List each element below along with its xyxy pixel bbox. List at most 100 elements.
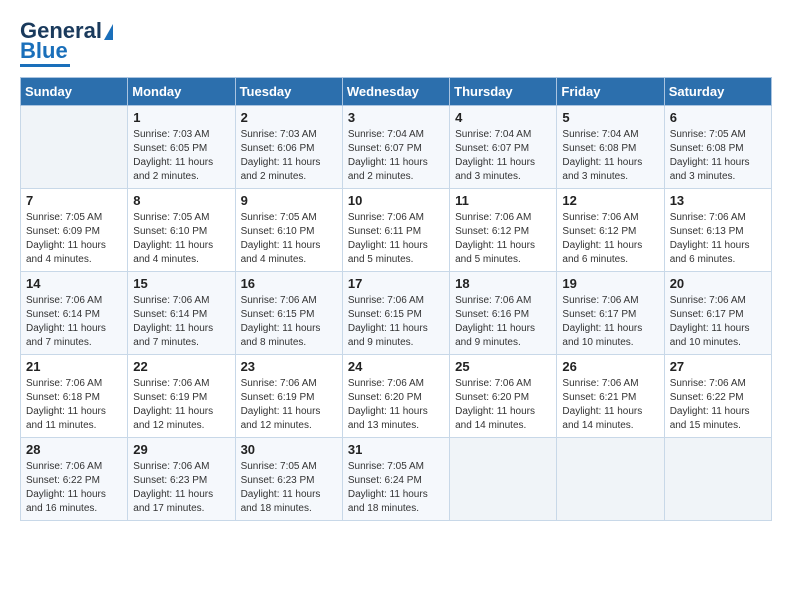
- logo-underline: [20, 64, 70, 67]
- logo-blue-text: Blue: [20, 40, 68, 62]
- logo: General Blue: [20, 20, 113, 67]
- calendar-cell: 16 Sunrise: 7:06 AM Sunset: 6:15 PM Dayli…: [235, 272, 342, 355]
- day-info: Sunrise: 7:06 AM Sunset: 6:16 PM Dayligh…: [455, 294, 551, 350]
- day-info: Sunrise: 7:06 AM Sunset: 6:17 PM Dayligh…: [670, 294, 766, 350]
- calendar-cell: 26 Sunrise: 7:06 AM Sunset: 6:21 PM Dayli…: [557, 355, 664, 438]
- calendar-cell: 4 Sunrise: 7:04 AM Sunset: 6:07 PM Daylig…: [450, 106, 557, 189]
- day-info: Sunrise: 7:06 AM Sunset: 6:12 PM Dayligh…: [562, 211, 658, 267]
- calendar-header-wednesday: Wednesday: [342, 78, 449, 106]
- calendar-cell: 8 Sunrise: 7:05 AM Sunset: 6:10 PM Daylig…: [128, 189, 235, 272]
- day-number: 19: [562, 276, 658, 291]
- day-number: 29: [133, 442, 229, 457]
- page-header: General Blue: [20, 20, 772, 67]
- calendar-cell: 9Sunrise: 7:05 AM Sunset: 6:10 PM Daylig…: [235, 189, 342, 272]
- day-number: 5: [562, 110, 658, 125]
- calendar-cell: 17 Sunrise: 7:06 AM Sunset: 6:15 PM Dayli…: [342, 272, 449, 355]
- day-info: Sunrise: 7:05 AM Sunset: 6:09 PM Dayligh…: [26, 211, 122, 267]
- day-number: 18: [455, 276, 551, 291]
- calendar-header-friday: Friday: [557, 78, 664, 106]
- day-info: Sunrise: 7:05 AM Sunset: 6:23 PM Dayligh…: [241, 460, 337, 516]
- calendar-cell: 18 Sunrise: 7:06 AM Sunset: 6:16 PM Dayli…: [450, 272, 557, 355]
- day-number: 2: [241, 110, 337, 125]
- day-number: 12: [562, 193, 658, 208]
- calendar-header-thursday: Thursday: [450, 78, 557, 106]
- calendar-cell: 27Sunrise: 7:06 AM Sunset: 6:22 PM Dayli…: [664, 355, 771, 438]
- day-info: Sunrise: 7:04 AM Sunset: 6:08 PM Dayligh…: [562, 128, 658, 184]
- day-number: 11: [455, 193, 551, 208]
- day-number: 23: [241, 359, 337, 374]
- day-number: 1: [133, 110, 229, 125]
- calendar-cell: 3 Sunrise: 7:04 AM Sunset: 6:07 PM Daylig…: [342, 106, 449, 189]
- calendar-header-saturday: Saturday: [664, 78, 771, 106]
- day-info: Sunrise: 7:06 AM Sunset: 6:21 PM Dayligh…: [562, 377, 658, 433]
- day-info: Sunrise: 7:05 AM Sunset: 6:08 PM Dayligh…: [670, 128, 766, 184]
- calendar-week-row: 1 Sunrise: 7:03 AM Sunset: 6:05 PM Daylig…: [21, 106, 772, 189]
- day-number: 24: [348, 359, 444, 374]
- calendar-week-row: 21 Sunrise: 7:06 AM Sunset: 6:18 PM Dayli…: [21, 355, 772, 438]
- calendar-cell: 2 Sunrise: 7:03 AM Sunset: 6:06 PM Daylig…: [235, 106, 342, 189]
- day-number: 17: [348, 276, 444, 291]
- day-info: Sunrise: 7:06 AM Sunset: 6:19 PM Dayligh…: [133, 377, 229, 433]
- day-number: 7: [26, 193, 122, 208]
- day-info: Sunrise: 7:04 AM Sunset: 6:07 PM Dayligh…: [455, 128, 551, 184]
- day-info: Sunrise: 7:06 AM Sunset: 6:14 PM Dayligh…: [133, 294, 229, 350]
- calendar-cell: 7 Sunrise: 7:05 AM Sunset: 6:09 PM Daylig…: [21, 189, 128, 272]
- calendar-cell: 11 Sunrise: 7:06 AM Sunset: 6:12 PM Dayli…: [450, 189, 557, 272]
- calendar-week-row: 28 Sunrise: 7:06 AM Sunset: 6:22 PM Dayli…: [21, 438, 772, 521]
- calendar-header-tuesday: Tuesday: [235, 78, 342, 106]
- day-info: Sunrise: 7:06 AM Sunset: 6:12 PM Dayligh…: [455, 211, 551, 267]
- calendar-cell: 5 Sunrise: 7:04 AM Sunset: 6:08 PM Daylig…: [557, 106, 664, 189]
- calendar-header-monday: Monday: [128, 78, 235, 106]
- calendar-cell: 19Sunrise: 7:06 AM Sunset: 6:17 PM Dayli…: [557, 272, 664, 355]
- calendar-cell: 12 Sunrise: 7:06 AM Sunset: 6:12 PM Dayli…: [557, 189, 664, 272]
- calendar-cell: 21 Sunrise: 7:06 AM Sunset: 6:18 PM Dayli…: [21, 355, 128, 438]
- calendar-week-row: 7 Sunrise: 7:05 AM Sunset: 6:09 PM Daylig…: [21, 189, 772, 272]
- day-number: 28: [26, 442, 122, 457]
- calendar-cell: 22 Sunrise: 7:06 AM Sunset: 6:19 PM Dayli…: [128, 355, 235, 438]
- day-number: 8: [133, 193, 229, 208]
- calendar-cell: 29 Sunrise: 7:06 AM Sunset: 6:23 PM Dayli…: [128, 438, 235, 521]
- day-info: Sunrise: 7:05 AM Sunset: 6:10 PM Dayligh…: [241, 211, 337, 267]
- day-info: Sunrise: 7:06 AM Sunset: 6:13 PM Dayligh…: [670, 211, 766, 267]
- day-number: 25: [455, 359, 551, 374]
- day-number: 22: [133, 359, 229, 374]
- day-number: 10: [348, 193, 444, 208]
- day-number: 4: [455, 110, 551, 125]
- day-number: 3: [348, 110, 444, 125]
- day-number: 30: [241, 442, 337, 457]
- day-info: Sunrise: 7:03 AM Sunset: 6:05 PM Dayligh…: [133, 128, 229, 184]
- day-info: Sunrise: 7:06 AM Sunset: 6:15 PM Dayligh…: [348, 294, 444, 350]
- calendar-cell: 15 Sunrise: 7:06 AM Sunset: 6:14 PM Dayli…: [128, 272, 235, 355]
- calendar-cell: [21, 106, 128, 189]
- day-number: 21: [26, 359, 122, 374]
- day-info: Sunrise: 7:06 AM Sunset: 6:15 PM Dayligh…: [241, 294, 337, 350]
- calendar-cell: 6 Sunrise: 7:05 AM Sunset: 6:08 PM Daylig…: [664, 106, 771, 189]
- calendar-cell: 31Sunrise: 7:05 AM Sunset: 6:24 PM Dayli…: [342, 438, 449, 521]
- day-number: 16: [241, 276, 337, 291]
- day-info: Sunrise: 7:06 AM Sunset: 6:18 PM Dayligh…: [26, 377, 122, 433]
- calendar-cell: 25Sunrise: 7:06 AM Sunset: 6:20 PM Dayli…: [450, 355, 557, 438]
- calendar-cell: 10Sunrise: 7:06 AM Sunset: 6:11 PM Dayli…: [342, 189, 449, 272]
- calendar-cell: 23 Sunrise: 7:06 AM Sunset: 6:19 PM Dayli…: [235, 355, 342, 438]
- day-number: 26: [562, 359, 658, 374]
- calendar-cell: [450, 438, 557, 521]
- day-info: Sunrise: 7:04 AM Sunset: 6:07 PM Dayligh…: [348, 128, 444, 184]
- day-number: 13: [670, 193, 766, 208]
- day-info: Sunrise: 7:06 AM Sunset: 6:22 PM Dayligh…: [26, 460, 122, 516]
- day-info: Sunrise: 7:03 AM Sunset: 6:06 PM Dayligh…: [241, 128, 337, 184]
- day-number: 14: [26, 276, 122, 291]
- day-info: Sunrise: 7:06 AM Sunset: 6:19 PM Dayligh…: [241, 377, 337, 433]
- day-info: Sunrise: 7:06 AM Sunset: 6:20 PM Dayligh…: [348, 377, 444, 433]
- day-number: 6: [670, 110, 766, 125]
- calendar-table: SundayMondayTuesdayWednesdayThursdayFrid…: [20, 77, 772, 521]
- calendar-cell: 24 Sunrise: 7:06 AM Sunset: 6:20 PM Dayli…: [342, 355, 449, 438]
- calendar-cell: 14Sunrise: 7:06 AM Sunset: 6:14 PM Dayli…: [21, 272, 128, 355]
- calendar-cell: 20Sunrise: 7:06 AM Sunset: 6:17 PM Dayli…: [664, 272, 771, 355]
- day-info: Sunrise: 7:06 AM Sunset: 6:22 PM Dayligh…: [670, 377, 766, 433]
- day-info: Sunrise: 7:05 AM Sunset: 6:24 PM Dayligh…: [348, 460, 444, 516]
- day-info: Sunrise: 7:06 AM Sunset: 6:23 PM Dayligh…: [133, 460, 229, 516]
- calendar-cell: 13 Sunrise: 7:06 AM Sunset: 6:13 PM Dayli…: [664, 189, 771, 272]
- day-info: Sunrise: 7:05 AM Sunset: 6:10 PM Dayligh…: [133, 211, 229, 267]
- calendar-cell: [664, 438, 771, 521]
- day-number: 15: [133, 276, 229, 291]
